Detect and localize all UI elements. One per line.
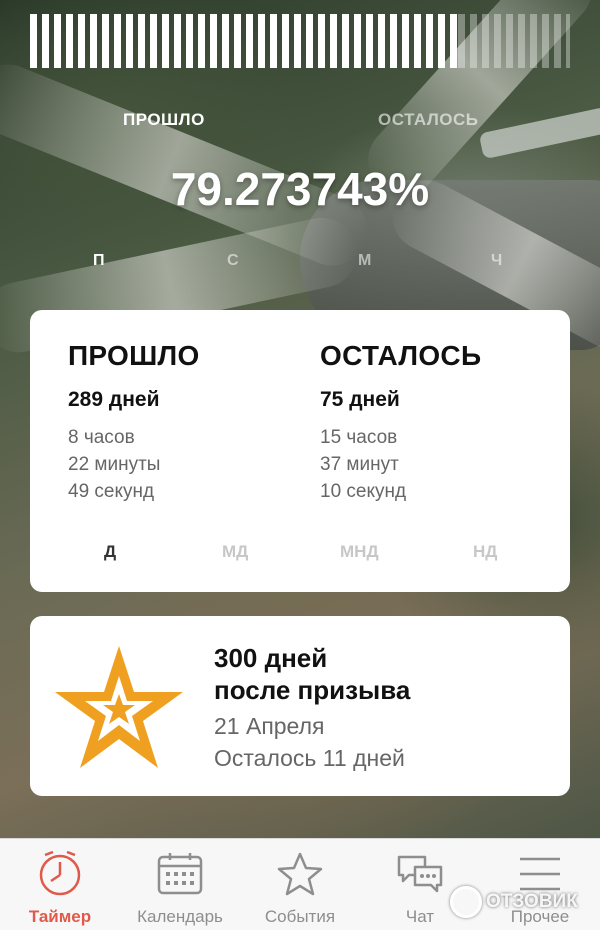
- unit-s[interactable]: С: [227, 252, 239, 270]
- event-remaining: Осталось 11 дней: [214, 745, 405, 771]
- tab-d[interactable]: Д: [104, 542, 116, 562]
- calendar-icon: [157, 853, 203, 895]
- progress-fill: [30, 14, 459, 68]
- percent-value: 79.273743%: [170, 163, 430, 215]
- nav-label-timer: Таймер: [28, 907, 92, 926]
- remaining-title: ОСТАЛОСЬ: [320, 340, 482, 371]
- event-title-line1: 300 дней: [214, 643, 328, 673]
- unit-selector: П С М Ч: [0, 252, 600, 276]
- passed-title: ПРОШЛО: [68, 340, 200, 371]
- nav-item-calendar[interactable]: Календарь: [120, 839, 240, 930]
- watermark-logo-icon: [450, 886, 482, 918]
- passed-seconds: 49 секунд: [68, 481, 155, 502]
- remaining-days: 75 дней: [320, 388, 400, 411]
- stats-card: ПРОШЛО 289 дней 8 часов 22 минуты 49 сек…: [30, 310, 570, 592]
- rank-tabs: Д МД МНД НД: [30, 542, 570, 566]
- tab-mnd[interactable]: МНД: [340, 542, 379, 562]
- unit-ch[interactable]: Ч: [491, 252, 502, 270]
- tab-md[interactable]: МД: [222, 542, 248, 562]
- nav-item-events[interactable]: События: [240, 839, 360, 930]
- event-title-line2: после призыва: [214, 675, 411, 705]
- remaining-column: ОСТАЛОСЬ 75 дней 15 часов 37 минут 10 се…: [320, 340, 481, 505]
- service-progress-bar: [30, 14, 570, 68]
- watermark-text: ОТЗОВИК: [486, 891, 578, 912]
- unit-p[interactable]: П: [93, 252, 105, 270]
- timer-icon: [39, 851, 81, 896]
- nav-label-calendar: Календарь: [137, 907, 223, 926]
- remaining-hours: 15 часов: [320, 427, 398, 448]
- remaining-seconds: 10 секунд: [320, 481, 407, 502]
- remaining-label: ОСТАЛОСЬ: [378, 110, 479, 129]
- star-icon: [277, 852, 323, 896]
- unit-m[interactable]: М: [358, 252, 371, 270]
- passed-column: ПРОШЛО 289 дней 8 часов 22 минуты 49 сек…: [68, 340, 200, 505]
- passed-hours: 8 часов: [68, 427, 135, 448]
- passed-label: ПРОШЛО: [123, 110, 205, 129]
- event-date: 21 Апреля: [214, 713, 325, 739]
- watermark: ОТЗОВИК: [450, 884, 578, 920]
- nav-item-timer[interactable]: Таймер: [0, 839, 120, 930]
- helicopter-tail-shape: [478, 106, 600, 160]
- remaining-minutes: 37 минут: [320, 454, 399, 475]
- nav-label-events: События: [264, 907, 336, 926]
- event-info: 300 дней после призыва 21 Апреля Осталос…: [214, 642, 410, 774]
- passed-minutes: 22 минуты: [68, 454, 161, 475]
- tab-nd[interactable]: НД: [473, 542, 497, 562]
- passed-days: 289 дней: [68, 388, 160, 411]
- event-card[interactable]: 300 дней после призыва 21 Апреля Осталос…: [30, 616, 570, 796]
- chat-icon: [397, 855, 443, 893]
- progress-remaining: [458, 14, 570, 68]
- army-star-icon: [55, 646, 183, 768]
